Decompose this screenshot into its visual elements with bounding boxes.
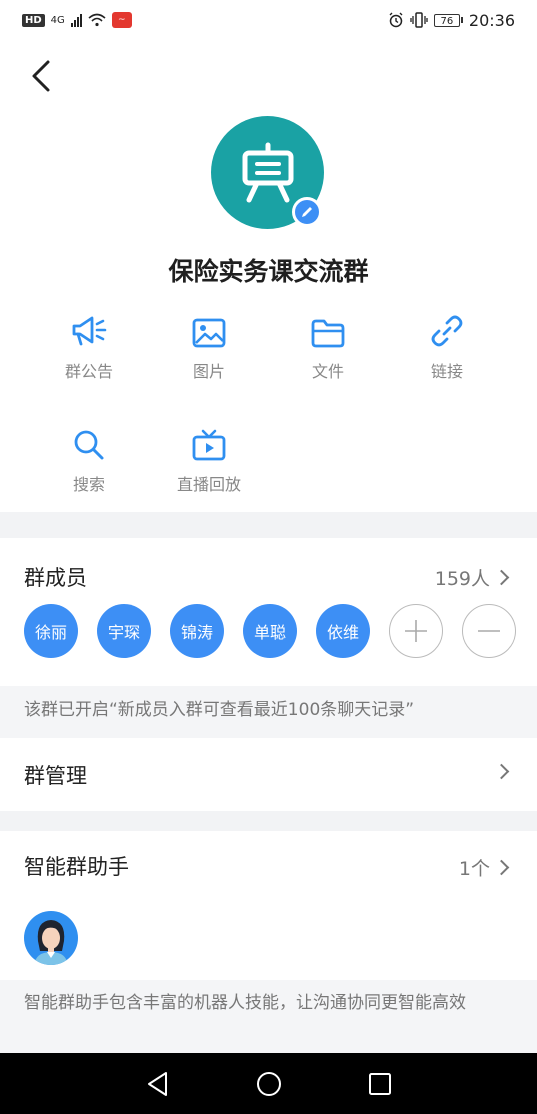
group-name[interactable]: 保险实务课交流群	[0, 252, 537, 288]
alarm-icon	[389, 12, 403, 28]
remove-member-button[interactable]	[462, 604, 516, 658]
func-search[interactable]: 搜索	[29, 421, 149, 495]
assistant-avatar[interactable]	[24, 911, 78, 965]
presentation-board-icon	[242, 142, 293, 202]
func-label: 链接	[430, 362, 463, 381]
link-icon	[431, 315, 463, 347]
assistant-description: 智能群助手包含丰富的机器人技能，让沟通协同更智能高效	[0, 980, 537, 1053]
chevron-right-icon	[493, 763, 510, 780]
member-avatar[interactable]: 徐丽	[24, 604, 78, 658]
func-files[interactable]: 文件	[268, 308, 388, 382]
management-title: 群管理	[24, 764, 87, 788]
app-notification-icon: ~	[111, 12, 132, 28]
folder-icon	[311, 319, 345, 348]
func-label: 群公告	[64, 362, 113, 381]
minus-icon	[478, 630, 500, 632]
func-label: 直播回放	[176, 475, 241, 494]
func-label: 图片	[192, 362, 225, 381]
status-bar: HD 4G ~ 76 20:36	[0, 0, 537, 40]
network-type: 4G	[50, 14, 65, 26]
megaphone-icon	[72, 316, 107, 346]
history-notice: 该群已开启“新成员入群可查看最近100条聊天记录”	[0, 686, 537, 738]
signal-icon	[70, 13, 82, 27]
members-title: 群成员	[24, 566, 87, 590]
edit-avatar-button[interactable]	[292, 197, 322, 227]
chevron-right-icon	[493, 569, 510, 586]
group-header-card: 保险实务课交流群 群公告 图片 文件 链接 搜索 直播回放	[0, 40, 537, 512]
system-nav-bar	[0, 1053, 537, 1114]
hd-badge: HD	[22, 13, 45, 27]
members-count: 159人	[434, 568, 490, 590]
members-section: 群成员 159人 徐丽 宇琛 锦涛 单聪 依维	[0, 538, 537, 686]
back-arrow-icon[interactable]	[26, 58, 58, 94]
chevron-right-icon	[493, 859, 510, 876]
nav-home-icon[interactable]	[256, 1071, 282, 1097]
member-avatar[interactable]: 宇琛	[97, 604, 151, 658]
func-live-playback[interactable]: 直播回放	[149, 421, 269, 495]
wifi-icon	[88, 13, 106, 27]
members-count-link[interactable]: 159人	[434, 564, 510, 591]
func-announcement[interactable]: 群公告	[29, 308, 149, 382]
add-member-button[interactable]	[389, 604, 443, 658]
image-icon	[192, 318, 226, 348]
func-label: 文件	[311, 362, 344, 381]
nav-back-icon[interactable]	[146, 1071, 170, 1097]
func-label: 搜索	[72, 475, 105, 494]
group-management-row[interactable]: 群管理	[0, 738, 537, 811]
func-images[interactable]: 图片	[149, 308, 269, 382]
plus-icon	[405, 620, 427, 642]
assistant-count: 1个	[458, 858, 490, 880]
assistant-title: 智能群助手	[24, 855, 129, 879]
assistant-count-link[interactable]: 1个	[458, 854, 510, 881]
assistant-section: 智能群助手 1个	[0, 831, 537, 980]
clock: 20:36	[468, 10, 515, 30]
member-avatar[interactable]: 依维	[316, 604, 370, 658]
vibrate-icon	[410, 12, 428, 28]
member-list: 徐丽 宇琛 锦涛 单聪 依维	[24, 604, 516, 658]
battery-icon: 76	[433, 13, 463, 27]
search-icon	[74, 430, 104, 460]
tv-playback-icon	[192, 429, 226, 461]
pencil-icon	[302, 207, 312, 217]
member-avatar[interactable]: 锦涛	[170, 604, 224, 658]
assistant-girl-icon	[34, 920, 68, 965]
nav-recents-icon[interactable]	[368, 1072, 392, 1096]
func-links[interactable]: 链接	[387, 308, 507, 382]
member-avatar[interactable]: 单聪	[243, 604, 297, 658]
